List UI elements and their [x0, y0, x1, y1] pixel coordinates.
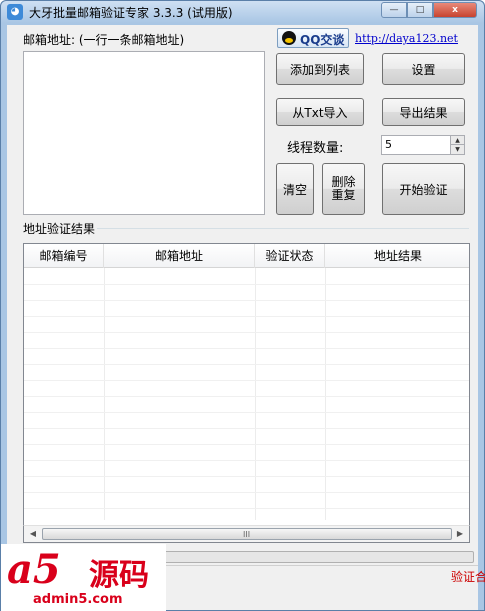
spin-down-arrow-icon[interactable]: ▼	[450, 145, 464, 154]
column-header-email-address[interactable]: 邮箱地址	[104, 244, 255, 268]
email-input-label: 邮箱地址: (一行一条邮箱地址)	[23, 33, 185, 47]
remove-duplicates-button[interactable]: 删除 重复	[322, 163, 365, 215]
qq-penguin-icon	[282, 31, 296, 45]
thread-count-label: 线程数量:	[287, 141, 344, 156]
grid-line	[325, 268, 326, 520]
results-table[interactable]: 邮箱编号 邮箱地址 验证状态 地址结果	[23, 243, 470, 543]
column-header-verify-status[interactable]: 验证状态	[255, 244, 325, 268]
maximize-button[interactable]: □	[407, 2, 433, 18]
grid-line	[255, 268, 256, 520]
progress-bar	[147, 551, 474, 563]
website-link[interactable]: http://daya123.net	[355, 32, 458, 45]
status-text: 验证合	[451, 570, 485, 584]
group-divider	[97, 228, 469, 229]
minimize-button[interactable]: —	[381, 2, 407, 18]
thread-count-spinner[interactable]: 5 ▲ ▼	[381, 135, 465, 155]
watermark-source-text: 源码	[89, 558, 149, 593]
settings-button[interactable]: 设置	[382, 53, 465, 85]
grid-line	[24, 412, 469, 413]
remove-duplicates-label-line2: 重复	[331, 188, 356, 202]
app-window: ◕ 大牙批量邮箱验证专家 3.3.3 (试用版) — □ x 邮箱地址: (一行…	[0, 0, 485, 611]
import-txt-button[interactable]: 从Txt导入	[276, 98, 364, 126]
thread-count-value[interactable]: 5	[385, 138, 392, 151]
column-header-email-id[interactable]: 邮箱编号	[24, 244, 104, 268]
watermark-a5-text: a5	[7, 546, 61, 593]
start-verify-button[interactable]: 开始验证	[382, 163, 465, 215]
export-results-button[interactable]: 导出结果	[382, 98, 465, 126]
grid-line	[24, 492, 469, 493]
app-icon: ◕	[7, 4, 23, 20]
grid-line	[24, 348, 469, 349]
close-button[interactable]: x	[433, 2, 477, 18]
qq-chat-button[interactable]: QQ交谈	[277, 28, 349, 48]
results-table-header: 邮箱编号 邮箱地址 验证状态 地址结果	[24, 244, 469, 268]
grid-line	[24, 428, 469, 429]
grid-line	[24, 300, 469, 301]
title-bar[interactable]: ◕ 大牙批量邮箱验证专家 3.3.3 (试用版) — □ x	[1, 1, 484, 23]
watermark-logo: a5 源码 admin5.com	[1, 544, 166, 611]
scrollbar-thumb[interactable]: III	[42, 528, 452, 540]
grid-line	[24, 460, 469, 461]
results-group-label: 地址验证结果	[23, 222, 96, 236]
grid-line	[104, 268, 105, 520]
email-list-input[interactable]	[23, 51, 265, 215]
main-panel: 邮箱地址: (一行一条邮箱地址) QQ交谈 http://daya123.net…	[7, 25, 485, 610]
clear-button[interactable]: 清空	[276, 163, 314, 215]
grid-line	[24, 380, 469, 381]
grid-line	[24, 284, 469, 285]
column-header-address-result[interactable]: 地址结果	[325, 244, 469, 268]
grid-line	[24, 332, 469, 333]
horizontal-scrollbar[interactable]: ◀ III ▶	[23, 525, 470, 543]
grid-line	[24, 476, 469, 477]
scroll-right-arrow-icon[interactable]: ▶	[453, 528, 467, 540]
grid-line	[24, 316, 469, 317]
watermark-url: admin5.com	[33, 592, 123, 607]
grid-line	[24, 444, 469, 445]
grid-line	[24, 364, 469, 365]
add-to-list-button[interactable]: 添加到列表	[276, 53, 364, 85]
spin-up-arrow-icon[interactable]: ▲	[450, 136, 464, 145]
scrollbar-grip-icon: III	[243, 530, 251, 539]
grid-line	[24, 508, 469, 509]
grid-line	[24, 396, 469, 397]
scroll-left-arrow-icon[interactable]: ◀	[26, 528, 40, 540]
window-title: 大牙批量邮箱验证专家 3.3.3 (试用版)	[29, 6, 233, 20]
qq-chat-label: QQ交谈	[300, 33, 345, 47]
